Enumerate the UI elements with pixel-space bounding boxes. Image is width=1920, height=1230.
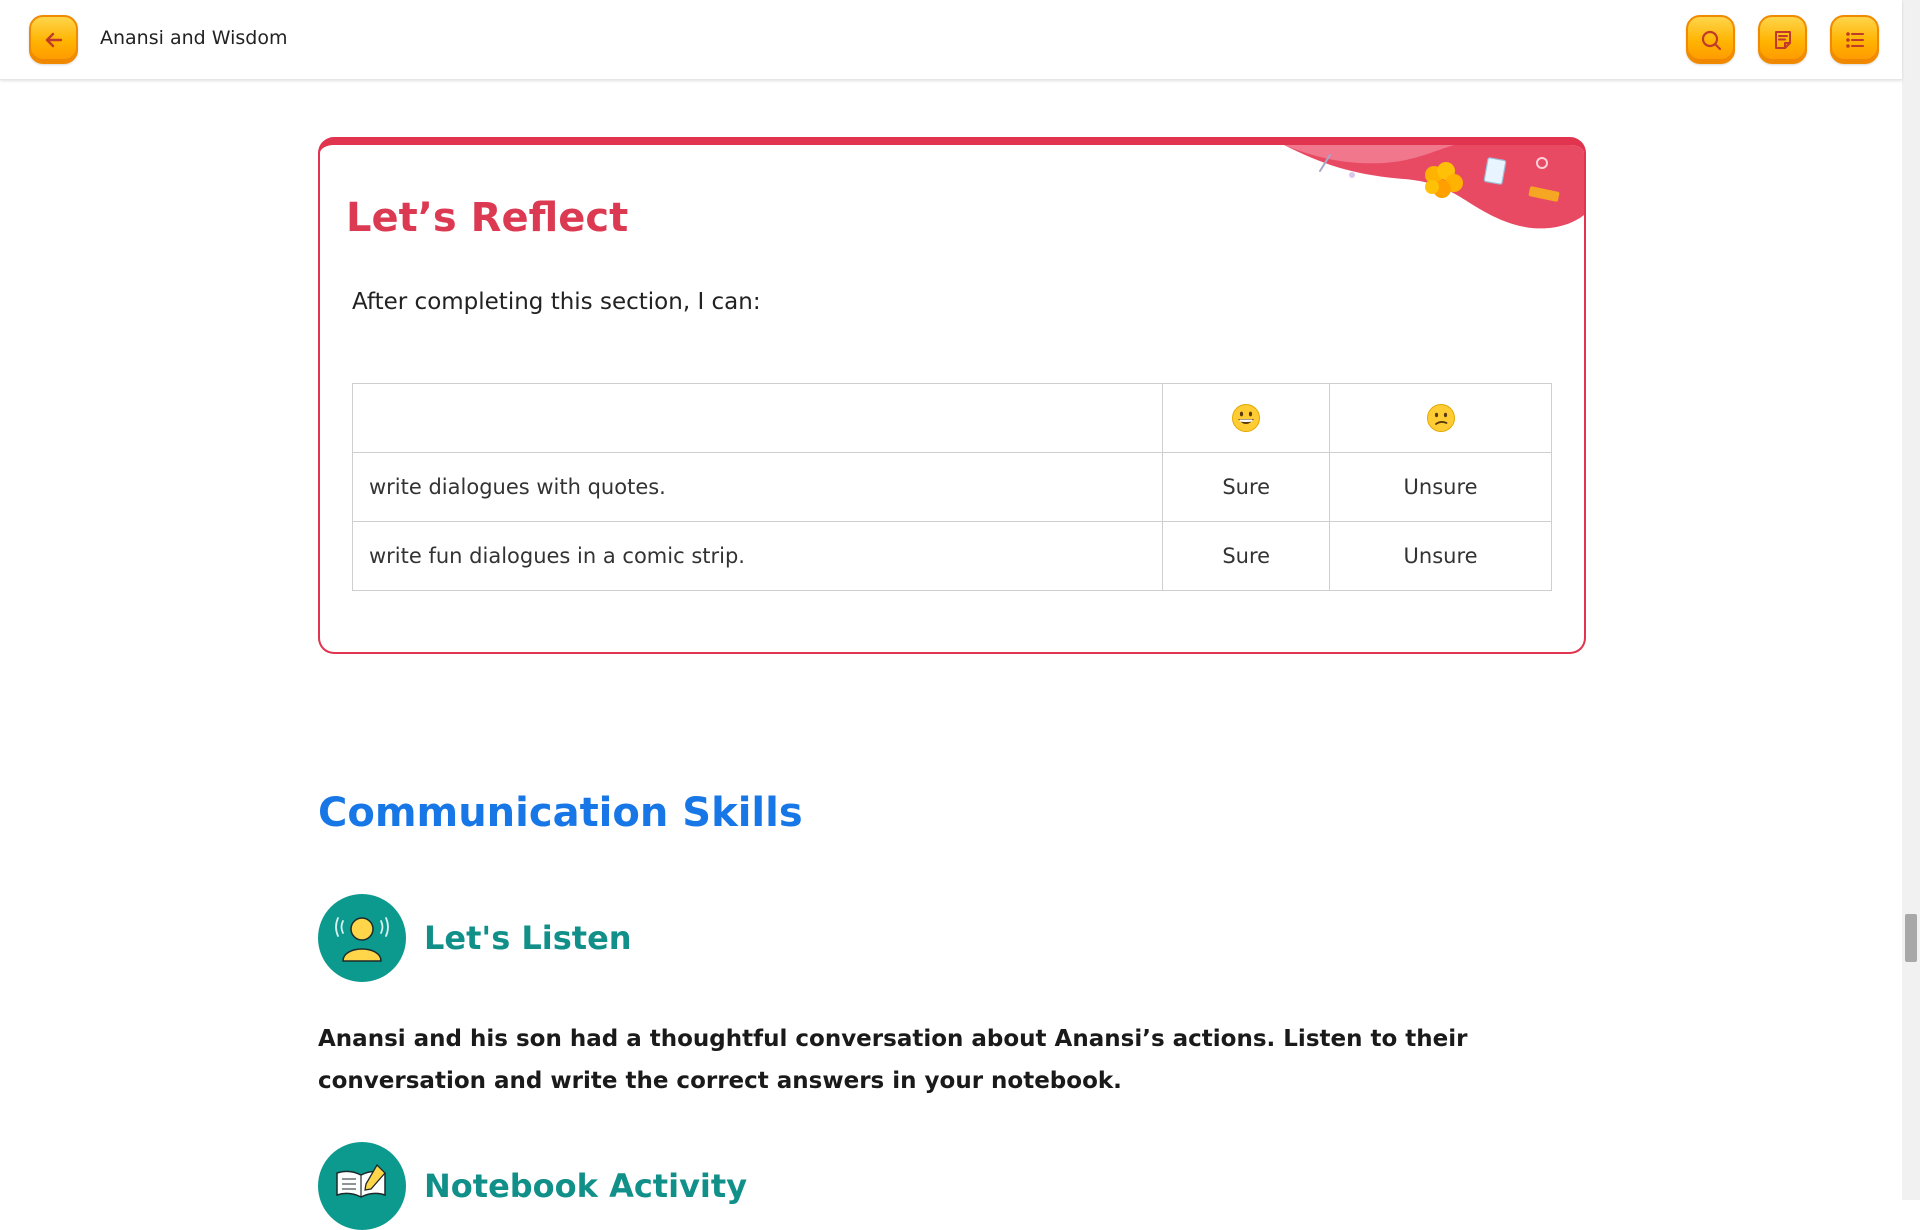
table-cell-skill: write fun dialogues in a comic strip. (351, 521, 1164, 591)
table-header-row (351, 383, 1552, 453)
table-header-sure (1162, 383, 1331, 453)
table-header-unsure (1329, 383, 1552, 453)
reflect-card: Let’s Reflect After completing this sect… (318, 137, 1586, 654)
lets-listen-header: Let's Listen (318, 894, 632, 982)
scrollbar-thumb[interactable] (1905, 914, 1917, 962)
arrow-left-icon (45, 32, 62, 47)
table-cell-sure[interactable]: Sure (1162, 521, 1331, 591)
reflect-intro: After completing this section, I can: (352, 289, 761, 315)
grinning-face-icon (1232, 404, 1261, 432)
table-cell-unsure[interactable]: Unsure (1329, 452, 1552, 522)
search-icon (1701, 30, 1721, 50)
reflect-decoration-icon (1284, 145, 1584, 229)
table-cell-sure[interactable]: Sure (1162, 452, 1331, 522)
top-bar: Anansi and Wisdom (0, 0, 1902, 80)
notebook-activity-header: Notebook Activity (318, 1142, 747, 1230)
table-cell-unsure[interactable]: Unsure (1329, 521, 1552, 591)
scrollbar-track[interactable] (1902, 0, 1920, 1200)
table-row: write fun dialogues in a comic strip. Su… (351, 521, 1552, 591)
reflect-title: Let’s Reflect (346, 195, 629, 241)
list-menu-icon (1845, 31, 1864, 48)
notebook-activity-title: Notebook Activity (424, 1167, 748, 1205)
listening-person-icon (318, 894, 406, 982)
notes-button[interactable] (1758, 15, 1807, 64)
table-header-skill (351, 383, 1164, 453)
table-cell-skill: write dialogues with quotes. (351, 452, 1164, 522)
back-button[interactable] (29, 15, 78, 64)
notes-icon (1774, 30, 1791, 49)
section-heading: Communication Skills (318, 790, 803, 836)
table-row: write dialogues with quotes. Sure Unsure (351, 452, 1552, 522)
search-button[interactable] (1686, 15, 1735, 64)
menu-button[interactable] (1830, 15, 1879, 64)
confused-face-icon (1426, 404, 1455, 432)
reflect-table: write dialogues with quotes. Sure Unsure… (351, 383, 1552, 591)
notebook-pencil-icon (318, 1142, 406, 1230)
lets-listen-title: Let's Listen (424, 919, 632, 957)
app-title: Anansi and Wisdom (100, 27, 288, 49)
lets-listen-text: Anansi and his son had a thoughtful conv… (318, 1026, 1468, 1094)
